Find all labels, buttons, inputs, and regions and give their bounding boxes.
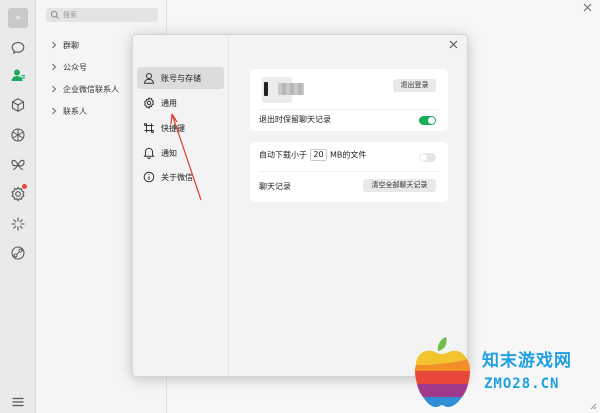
settings-nav-account-storage[interactable]: 账号与存储 xyxy=(137,67,224,89)
keep-history-toggle[interactable] xyxy=(419,116,436,125)
contacts-icon[interactable] xyxy=(10,67,26,83)
resize-handle-icon[interactable] xyxy=(589,402,597,410)
card-divider xyxy=(259,171,439,172)
settings-dialog: 账号与存储 通用 快捷键 通知 关于微信 退出登录 退出时保留聊天记录 自动下载… xyxy=(132,34,468,377)
settings-sidebar: 账号与存储 通用 快捷键 通知 关于微信 xyxy=(133,35,229,376)
contact-group-item[interactable]: 公众号 xyxy=(50,61,87,73)
auto-download-size-input[interactable]: 20 xyxy=(310,149,327,161)
butterfly-icon[interactable] xyxy=(10,157,26,173)
watermark-en-text: ZMO28.CN xyxy=(484,376,560,392)
account-card: 退出登录 退出时保留聊天记录 xyxy=(250,69,448,131)
storage-card: 自动下载小于 20 MB的文件 聊天记录 清空全部聊天记录 xyxy=(250,142,448,202)
settings-nav-label: 快捷键 xyxy=(161,123,185,133)
settings-gear-icon[interactable] xyxy=(10,184,27,202)
settings-nav-label: 关于微信 xyxy=(161,172,193,182)
search-placeholder: 搜索 xyxy=(63,11,77,19)
auto-download-toggle[interactable] xyxy=(419,153,436,162)
account-avatar-blurred xyxy=(262,77,304,103)
chat-history-label: 聊天记录 xyxy=(259,182,291,191)
app-nav-rail: » xyxy=(0,0,36,413)
contact-group-item[interactable]: 群聊 xyxy=(50,39,79,51)
watermark: 知末游戏网 ZMO28.CN xyxy=(402,331,600,413)
settings-nav-label: 通知 xyxy=(161,148,177,158)
user-icon xyxy=(143,73,155,84)
bell-icon xyxy=(143,147,155,159)
settings-nav-about[interactable]: 关于微信 xyxy=(137,166,224,188)
contact-group-item[interactable]: 企业微信联系人 xyxy=(50,83,119,95)
clear-chat-history-button[interactable]: 清空全部聊天记录 xyxy=(363,179,436,192)
watermark-cn-text: 知末游戏网 xyxy=(482,351,572,371)
chat-icon[interactable] xyxy=(10,40,26,56)
contact-group-label: 联系人 xyxy=(63,106,87,116)
notification-badge xyxy=(22,184,27,189)
contact-group-item[interactable]: 联系人 xyxy=(50,105,87,117)
menu-icon[interactable] xyxy=(10,394,26,410)
auto-download-suffix: MB的文件 xyxy=(330,150,367,160)
settings-nav-shortcuts[interactable]: 快捷键 xyxy=(137,117,224,139)
card-divider xyxy=(259,109,439,110)
contact-group-label: 群聊 xyxy=(63,40,79,50)
settings-nav-label: 通用 xyxy=(161,98,177,108)
info-icon xyxy=(143,171,155,183)
link-icon[interactable] xyxy=(10,245,26,261)
chevron-right-icon xyxy=(52,107,57,115)
auto-download-row: 自动下载小于 20 MB的文件 xyxy=(259,149,366,161)
sparkle-icon[interactable] xyxy=(10,216,26,232)
contact-group-label: 公众号 xyxy=(63,62,87,72)
search-icon xyxy=(50,10,59,19)
settings-nav-general[interactable]: 通用 xyxy=(137,92,224,114)
contact-group-label: 企业微信联系人 xyxy=(63,84,119,94)
chevron-right-icon xyxy=(52,85,57,93)
apple-logo-icon xyxy=(415,337,470,407)
user-avatar[interactable]: » xyxy=(8,8,28,28)
chevron-right-icon xyxy=(52,63,57,71)
keep-history-label: 退出时保留聊天记录 xyxy=(259,115,331,124)
close-icon[interactable] xyxy=(449,40,458,49)
chevron-right-icon xyxy=(52,41,57,49)
auto-download-prefix: 自动下载小于 xyxy=(259,150,307,160)
aperture-icon[interactable] xyxy=(10,127,26,143)
search-box[interactable]: 搜索 xyxy=(46,8,158,22)
window-close-icon[interactable] xyxy=(583,3,592,12)
logout-button[interactable]: 退出登录 xyxy=(393,79,436,92)
settings-nav-notifications[interactable]: 通知 xyxy=(137,142,224,164)
cube-icon[interactable] xyxy=(10,97,26,113)
settings-nav-label: 账号与存储 xyxy=(161,73,201,83)
gear-icon xyxy=(143,97,155,109)
keyboard-icon xyxy=(144,123,154,133)
